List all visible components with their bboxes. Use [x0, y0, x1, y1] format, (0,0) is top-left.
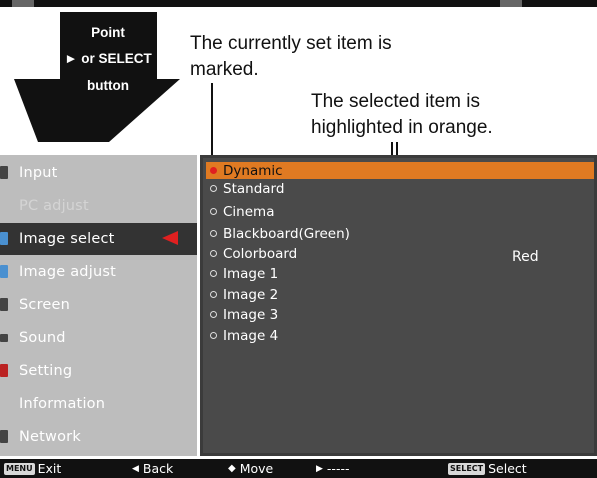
- menu-item-information[interactable]: Information: [0, 388, 197, 420]
- button-label-select: ► or SELECT: [64, 51, 152, 66]
- option-image-2[interactable]: Image 2: [206, 286, 594, 303]
- menu-item-label: Information: [19, 396, 106, 412]
- next-arrow-icon: ▶: [316, 463, 323, 474]
- status-back[interactable]: ◀ Back: [132, 461, 173, 476]
- status-select[interactable]: SELECT Select: [448, 461, 527, 476]
- annotation-current-line1: The currently set item is: [190, 33, 392, 54]
- menu-item-screen[interactable]: Screen: [0, 289, 197, 321]
- radio-icon: [210, 332, 217, 339]
- radio-icon: [210, 208, 217, 215]
- menu-item-sound[interactable]: Sound: [0, 322, 197, 354]
- option-image-1[interactable]: Image 1: [206, 265, 594, 282]
- menu-item-label: Image adjust: [19, 264, 116, 280]
- status-select-label: Select: [488, 461, 527, 476]
- option-label: Image 3: [223, 306, 279, 323]
- top-bar-key-left: [12, 0, 34, 7]
- menu-item-label: Screen: [19, 297, 71, 313]
- selection-arrow-icon: [162, 231, 178, 245]
- option-label: Image 1: [223, 265, 279, 282]
- option-label: Standard: [223, 180, 285, 197]
- options-panel: Dynamic Standard Cinema Blackboard(Green…: [200, 155, 597, 456]
- menu-item-label: Network: [19, 429, 81, 445]
- select-key-icon: SELECT: [448, 462, 486, 475]
- image-adjust-icon: [0, 265, 8, 278]
- status-move-label: Move: [239, 461, 274, 476]
- annotation-selected-line2: highlighted in orange.: [311, 117, 493, 138]
- move-arrows-icon: ◆: [228, 463, 236, 474]
- menu-item-setting[interactable]: Setting: [0, 355, 197, 387]
- menu-item-input[interactable]: Input: [0, 157, 197, 189]
- option-dynamic[interactable]: Dynamic: [206, 162, 594, 179]
- network-icon: [0, 430, 8, 443]
- annotation-selected-line1: The selected item is: [311, 91, 480, 112]
- menu-item-label: Sound: [19, 330, 66, 346]
- back-arrow-icon: ◀: [132, 463, 139, 474]
- button-label-button: button: [87, 78, 129, 93]
- option-label: Cinema: [223, 203, 275, 220]
- option-label: Blackboard(Green): [223, 225, 350, 242]
- menu-item-label: Image select: [19, 231, 115, 247]
- status-move[interactable]: ◆ Move: [228, 461, 273, 476]
- radio-icon: [210, 270, 217, 277]
- menu-item-pc-adjust[interactable]: PC adjust: [0, 190, 197, 222]
- option-cinema[interactable]: Cinema: [206, 203, 594, 220]
- sound-icon: [0, 334, 8, 342]
- menu-item-network[interactable]: Network: [0, 421, 197, 453]
- option-standard[interactable]: Standard: [206, 180, 594, 197]
- menu-item-label: PC adjust: [19, 198, 89, 214]
- radio-icon: [210, 291, 217, 298]
- status-exit[interactable]: MENU Exit: [4, 461, 61, 476]
- screen-icon: [0, 298, 8, 311]
- status-bar: MENU Exit ◀ Back ◆ Move ▶ ----- SELECT S…: [0, 459, 597, 478]
- input-icon: [0, 166, 8, 179]
- menu-item-label: Setting: [19, 363, 73, 379]
- option-label: Image 2: [223, 286, 279, 303]
- option-label: Image 4: [223, 327, 279, 344]
- status-next[interactable]: ▶ -----: [316, 461, 349, 476]
- option-label: Dynamic: [223, 162, 283, 179]
- colorboard-value: Red: [512, 249, 539, 265]
- radio-icon: [210, 185, 217, 192]
- status-next-label: -----: [326, 461, 350, 476]
- current-marker-icon: [210, 167, 217, 174]
- radio-icon: [210, 230, 217, 237]
- image-select-icon: [0, 232, 8, 245]
- option-blackboard[interactable]: Blackboard(Green): [206, 225, 594, 242]
- menu-panel: Input PC adjust Image select Image adjus…: [0, 155, 197, 456]
- top-bar: [0, 0, 597, 7]
- option-label: Colorboard: [223, 245, 298, 262]
- button-label-point: Point: [91, 25, 125, 40]
- menu-key-icon: MENU: [4, 462, 35, 475]
- top-bar-key-right: [500, 0, 522, 7]
- menu-item-image-adjust[interactable]: Image adjust: [0, 256, 197, 288]
- annotation-current-line2: marked.: [190, 59, 259, 80]
- radio-icon: [210, 311, 217, 318]
- option-image-3[interactable]: Image 3: [206, 306, 594, 323]
- option-image-4[interactable]: Image 4: [206, 327, 594, 344]
- setting-icon: [0, 364, 8, 377]
- menu-item-image-select[interactable]: Image select: [0, 223, 197, 255]
- radio-icon: [210, 250, 217, 257]
- status-back-label: Back: [142, 461, 174, 476]
- leader-line-current: [211, 83, 213, 160]
- status-exit-label: Exit: [37, 461, 62, 476]
- menu-item-label: Input: [19, 165, 58, 181]
